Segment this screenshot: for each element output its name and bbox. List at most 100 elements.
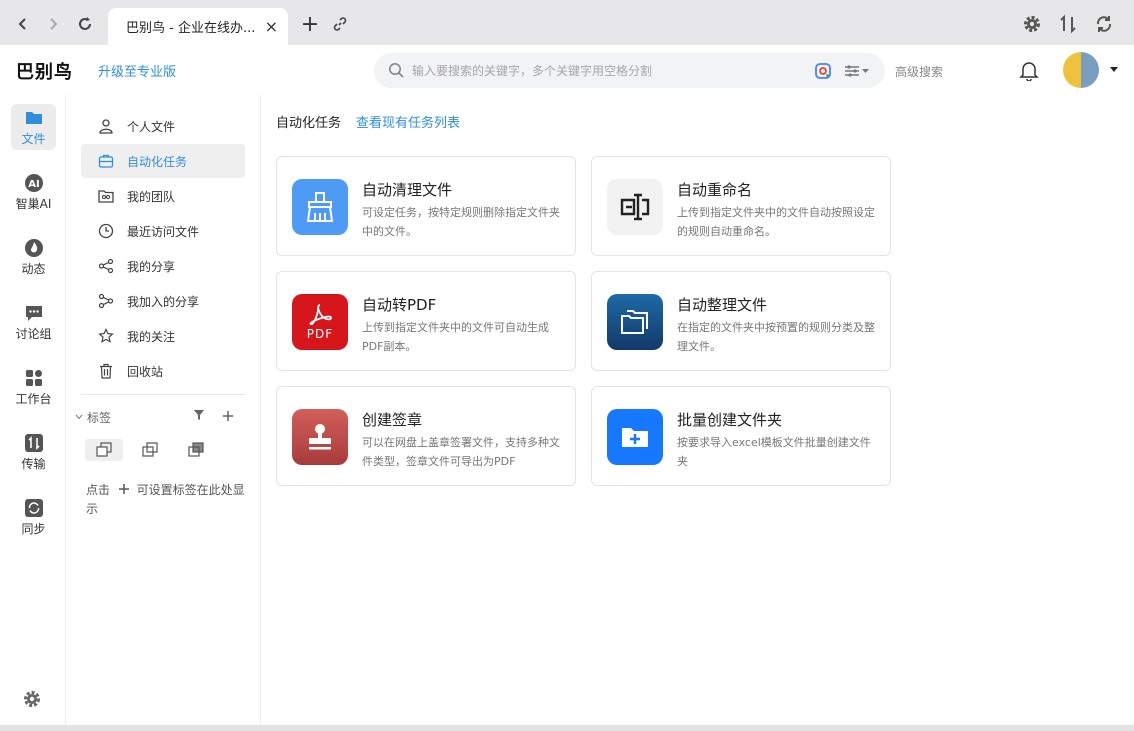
settings-icon[interactable] (22, 689, 42, 713)
account-dropdown-icon[interactable] (1110, 67, 1118, 72)
task-list-link[interactable]: 查看现有任务列表 (356, 112, 460, 131)
reload-icon[interactable] (75, 14, 95, 34)
tag-view-option[interactable] (177, 439, 215, 461)
browser-tab[interactable]: 巴别鸟 - 企业在线办... × (108, 8, 288, 45)
link-icon[interactable] (330, 14, 350, 34)
chat-icon (25, 305, 42, 321)
card-description: 可以在网盘上盖章签署文件，支持多种文件类型，签章文件可导出为PDF (362, 436, 560, 468)
subnav-item-personal[interactable]: 个人文件 (81, 109, 245, 143)
notification-bell-icon[interactable] (1018, 59, 1040, 85)
tag-stack-icon (188, 442, 204, 457)
subnav-item-joined-share[interactable]: 我加入的分享 (81, 284, 245, 318)
rail-label: 工作台 (15, 391, 52, 406)
rail-item-discussion[interactable]: 讨论组 (11, 299, 56, 345)
card-description: 在指定的文件夹中按预置的规则分类及整理文件。 (677, 321, 875, 353)
joined-share-icon (97, 292, 115, 310)
rail-label: 文件 (21, 131, 46, 146)
card-description: 可设定任务，按特定规则删除指定文件夹中的文件。 (362, 206, 560, 238)
stamp-icon (292, 409, 348, 465)
rail-item-activity[interactable]: 动态 (11, 234, 56, 280)
folder-add-icon (607, 409, 663, 465)
card-description: 上传到指定文件夹中的文件可自动生成PDF副本。 (362, 321, 549, 353)
rail-item-transfer[interactable]: 传输 (11, 429, 56, 475)
card-title: 创建签章 (362, 411, 423, 429)
search-icon (388, 62, 405, 83)
fire-icon (24, 238, 43, 257)
window-bottom-edge (0, 725, 1134, 731)
apps-icon (25, 369, 42, 386)
back-icon[interactable] (13, 14, 33, 34)
tag-filter-icon[interactable] (193, 409, 205, 424)
user-avatar[interactable] (1063, 52, 1099, 88)
task-card-auto-organize[interactable]: 自动整理文件 在指定的文件夹中按预置的规则分类及整理文件。 (591, 271, 891, 371)
card-description: 上传到指定文件夹中的文件自动按照设定的规则自动重命名。 (677, 206, 875, 238)
subnav-item-team[interactable]: 我的团队 (81, 179, 245, 213)
subnav-item-recent[interactable]: 最近访问文件 (81, 214, 245, 248)
filter-options-icon[interactable] (844, 63, 870, 82)
tags-hint-text: 可设置标签在此处显示 (86, 483, 245, 516)
subnav-item-trash[interactable]: 回收站 (81, 354, 245, 388)
task-card-create-seal[interactable]: 创建签章 可以在网盘上盖章签署文件，支持多种文件类型，签章文件可导出为PDF (276, 386, 576, 486)
sync-icon[interactable] (1094, 14, 1114, 38)
add-tag-icon[interactable] (222, 407, 234, 427)
subnav-item-automation[interactable]: 自动化任务 (81, 144, 245, 178)
svg-text:AI: AI (28, 179, 39, 190)
rail-item-files[interactable]: 文件 (11, 104, 56, 150)
browser-chrome: 巴别鸟 - 企业在线办... × + (0, 0, 1134, 45)
page-title: 自动化任务 (276, 116, 342, 131)
task-card-auto-rename[interactable]: 自动重命名 上传到指定文件夹中的文件自动按照设定的规则自动重命名。 (591, 156, 891, 256)
tag-view-option[interactable] (85, 439, 123, 461)
subnav-label: 我的分享 (127, 259, 176, 274)
card-title: 批量创建文件夹 (677, 411, 783, 429)
advanced-search-link[interactable]: 高级搜索 (895, 63, 943, 80)
share-icon (97, 257, 115, 275)
tag-stack-icon (142, 442, 158, 457)
sub-nav: 个人文件 自动化任务 我的团队 最近访问文件 我的分享 我加入的分享 我的关注 … (66, 95, 261, 725)
folder-icon (25, 111, 42, 124)
team-icon (97, 187, 115, 205)
transfer-icon (24, 433, 43, 452)
rail-item-ai[interactable]: AI 智巢AI (11, 169, 56, 215)
rail-item-sync[interactable]: 同步 (11, 494, 56, 540)
transfer-icon[interactable] (1058, 14, 1078, 38)
task-card-auto-clean[interactable]: 自动清理文件 可设定任务，按特定规则删除指定文件夹中的文件。 (276, 156, 576, 256)
star-icon (97, 327, 115, 345)
rail-label: 智巢AI (15, 196, 52, 211)
tag-view-option[interactable] (131, 439, 169, 461)
task-card-auto-pdf[interactable]: PDF 自动转PDF 上传到指定文件夹中的文件可自动生成PDF副本。 (276, 271, 576, 371)
left-rail: 文件 AI 智巢AI 动态 讨论组 工作台 传输 同步 (0, 95, 66, 725)
tags-header: 标签 (74, 408, 246, 426)
search-bar (374, 53, 885, 88)
subnav-item-follow[interactable]: 我的关注 (81, 319, 245, 353)
sync-icon (24, 498, 43, 517)
forward-icon[interactable] (43, 14, 63, 34)
card-title: 自动重命名 (677, 181, 753, 199)
collapse-chevron-icon[interactable] (74, 412, 84, 422)
close-tab-icon[interactable]: × (265, 17, 278, 36)
ai-icon: AI (24, 173, 43, 192)
card-title: 自动转PDF (362, 296, 437, 314)
subnav-item-my-share[interactable]: 我的分享 (81, 249, 245, 283)
rail-item-workbench[interactable]: 工作台 (11, 364, 56, 410)
image-search-icon[interactable] (814, 62, 832, 84)
subnav-label: 我的团队 (127, 189, 176, 204)
settings-icon[interactable] (1022, 14, 1042, 38)
task-card-batch-folders[interactable]: 批量创建文件夹 按要求导入excel模板文件批量创建文件夹 (591, 386, 891, 486)
upgrade-link[interactable]: 升级至专业版 (98, 61, 176, 80)
folders-icon (607, 294, 663, 350)
pdf-tile-label: PDF (306, 327, 334, 341)
subnav-label: 自动化任务 (127, 154, 188, 169)
new-tab-icon[interactable]: + (300, 12, 320, 37)
pdf-icon: PDF (292, 294, 348, 350)
subnav-label: 我加入的分享 (127, 294, 200, 309)
search-input[interactable] (412, 53, 802, 88)
subnav-label: 个人文件 (127, 119, 176, 134)
tags-label: 标签 (87, 410, 112, 425)
main-content: 自动化任务 查看现有任务列表 自动清理文件 可设定任务，按特定规则删除指定文件夹… (261, 95, 1134, 725)
trash-icon (97, 362, 115, 380)
person-icon (97, 117, 115, 135)
brand-logo: 巴别鸟 (16, 62, 73, 83)
chrome-actions (1022, 14, 1114, 38)
card-title: 自动整理文件 (677, 296, 768, 314)
rail-label: 传输 (21, 456, 46, 471)
